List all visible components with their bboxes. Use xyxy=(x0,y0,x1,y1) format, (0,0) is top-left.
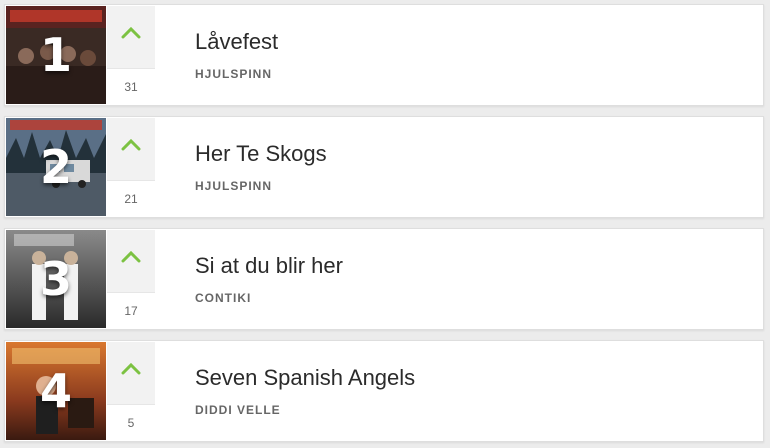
song-title[interactable]: Her Te Skogs xyxy=(195,141,327,167)
entry-meta: Her Te Skogs HJULSPINN xyxy=(195,117,753,217)
artist-name[interactable]: HJULSPINN xyxy=(195,67,272,81)
trend-panel: 21 xyxy=(107,118,155,216)
trend-up-icon xyxy=(107,134,155,156)
artist-name[interactable]: CONTIKI xyxy=(195,291,251,305)
weeks-on-chart: 5 xyxy=(107,404,155,440)
trend-up-icon xyxy=(107,246,155,268)
entry-meta: Seven Spanish Angels DIDDI VELLE xyxy=(195,341,753,441)
chart-entry[interactable]: 1 31 Låvefest HJULSPINN xyxy=(4,4,764,106)
entry-meta: Si at du blir her CONTIKI xyxy=(195,229,753,329)
album-cover[interactable]: 4 xyxy=(6,342,106,440)
trend-panel: 5 xyxy=(107,342,155,440)
chart-entry[interactable]: 2 21 Her Te Skogs HJULSPINN xyxy=(4,116,764,218)
weeks-on-chart: 17 xyxy=(107,292,155,328)
album-cover[interactable]: 2 xyxy=(6,118,106,216)
album-cover[interactable]: 1 xyxy=(6,6,106,104)
album-cover[interactable]: 3 xyxy=(6,230,106,328)
rank-number: 3 xyxy=(39,252,72,306)
chart-entry[interactable]: 3 17 Si at du blir her CONTIKI xyxy=(4,228,764,330)
rank-number: 2 xyxy=(39,140,72,194)
song-title[interactable]: Låvefest xyxy=(195,29,278,55)
artist-name[interactable]: HJULSPINN xyxy=(195,179,272,193)
rank-number: 1 xyxy=(39,28,72,82)
trend-panel: 31 xyxy=(107,6,155,104)
artist-name[interactable]: DIDDI VELLE xyxy=(195,403,281,417)
song-title[interactable]: Si at du blir her xyxy=(195,253,343,279)
weeks-on-chart: 21 xyxy=(107,180,155,216)
trend-panel: 17 xyxy=(107,230,155,328)
chart-entry[interactable]: 4 5 Seven Spanish Angels DIDDI VELLE xyxy=(4,340,764,442)
chart-list: 1 31 Låvefest HJULSPINN 2 21 Her Te Skog… xyxy=(0,0,770,448)
song-title[interactable]: Seven Spanish Angels xyxy=(195,365,415,391)
weeks-on-chart: 31 xyxy=(107,68,155,104)
entry-meta: Låvefest HJULSPINN xyxy=(195,5,753,105)
rank-number: 4 xyxy=(39,364,72,418)
trend-up-icon xyxy=(107,22,155,44)
trend-up-icon xyxy=(107,358,155,380)
